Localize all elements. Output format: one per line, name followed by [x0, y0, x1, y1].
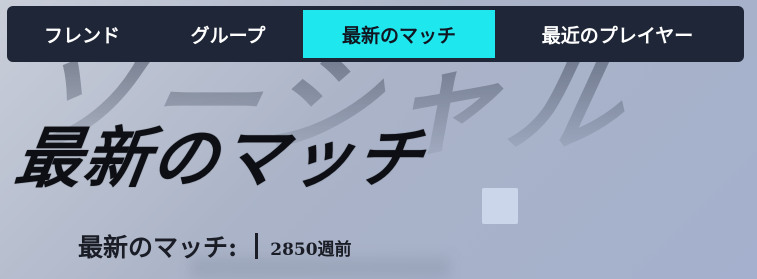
- tab-groups[interactable]: グループ: [153, 10, 303, 58]
- tab-recent-players[interactable]: 最近のプレイヤー: [495, 10, 740, 58]
- decorative-square: [482, 188, 518, 224]
- divider: [255, 233, 259, 259]
- page-title: 最新のマッチ: [10, 120, 430, 197]
- tab-recent-matches[interactable]: 最新のマッチ: [303, 10, 495, 58]
- last-match-label: 最新のマッチ:: [78, 233, 238, 262]
- tab-friends[interactable]: フレンド: [11, 10, 153, 58]
- last-match-value: 2850週前: [270, 240, 352, 260]
- last-match-info: 最新のマッチ: 2850週前: [78, 228, 352, 264]
- social-tab-bar: フレンド グループ 最新のマッチ 最近のプレイヤー: [7, 6, 744, 62]
